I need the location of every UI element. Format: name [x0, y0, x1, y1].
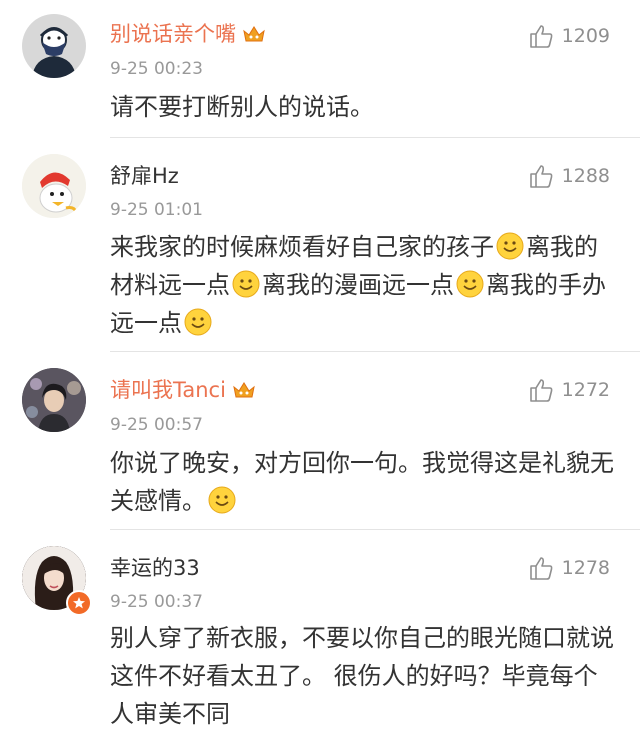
comment-text-line: 请不要打断别人的说话。 [110, 93, 374, 121]
comment-text-segment: 你说了晚安，对方回你一句。我觉得这是礼貌无关感情。 [110, 449, 614, 515]
username-text[interactable]: 别说话亲个嘴 [110, 22, 236, 46]
comment-text: 你说了晚安，对方回你一句。我觉得这是礼貌无关感情。 [110, 444, 615, 520]
comment-text: 别人穿了新衣服，不要以你自己的眼光随口就说这件不好看太丑了。 很伤人的好吗？毕竟… [110, 619, 615, 733]
comment-item: 幸运的33 1278 9-25 00:37 别人穿了新衣服，不要以你自己的眼光随… [0, 530, 640, 737]
smile-emoji-icon [232, 270, 260, 298]
like-button[interactable]: 1288 [528, 162, 610, 190]
username-text[interactable]: 请叫我Tanci [110, 378, 226, 402]
comment-text-segment: 离我的漫画远一点 [262, 271, 454, 299]
thumbs-up-icon [529, 557, 553, 580]
comment-text: 请不要打断别人的说话。 [110, 88, 615, 126]
like-count: 1288 [561, 165, 610, 187]
comment-time: 9-25 00:57 [110, 415, 203, 435]
comment-time: 9-25 00:23 [110, 59, 203, 79]
username[interactable]: 幸运的33 [110, 554, 200, 582]
smile-emoji-icon [208, 486, 236, 514]
smile-emoji-icon [184, 308, 212, 336]
masked-person-avatar-icon [22, 14, 86, 78]
like-button[interactable]: 1278 [528, 554, 610, 582]
username[interactable]: 舒扉Hz [110, 162, 179, 190]
comment-time: 9-25 00:37 [110, 592, 203, 612]
thumbs-up-icon [529, 165, 553, 188]
username[interactable]: 请叫我Tanci [110, 376, 256, 407]
avatar[interactable] [22, 154, 86, 218]
comment-item: 请叫我Tanci 1272 9-25 00:57 你说了晚安，对方回你一句。我觉… [0, 352, 640, 530]
person-photo-avatar-icon [22, 368, 86, 432]
comment-item: 别说话亲个嘴 1209 9-25 00:23 请不要打断别人的说话。 [0, 0, 640, 138]
thumbs-up-icon [529, 25, 553, 48]
smile-emoji-icon [496, 232, 524, 260]
username[interactable]: 别说话亲个嘴 [110, 20, 266, 51]
username-text[interactable]: 舒扉Hz [110, 164, 179, 188]
like-button[interactable]: 1209 [528, 22, 610, 50]
cartoon-avatar-icon [22, 154, 86, 218]
like-button[interactable]: 1272 [528, 376, 610, 404]
smile-emoji-icon [456, 270, 484, 298]
thumbs-up-icon [529, 379, 553, 402]
crown-icon [232, 379, 256, 407]
crown-icon [242, 23, 266, 51]
comment-text-line: 别人穿了新衣服，不要以你自己的眼光随口就说这件不好看太丑了。 很伤人的好吗？毕竟… [110, 624, 614, 728]
like-count: 1278 [561, 557, 610, 579]
like-count: 1272 [561, 379, 610, 401]
avatar[interactable] [22, 368, 86, 432]
username-text[interactable]: 幸运的33 [110, 556, 200, 580]
like-count: 1209 [561, 25, 610, 47]
star-badge-icon [66, 590, 92, 616]
comment-text-segment: 来我家的时候麻烦看好自己家的孩子 [110, 233, 494, 261]
comment-time: 9-25 01:01 [110, 200, 203, 220]
avatar[interactable] [22, 14, 86, 78]
comment-item: 舒扉Hz 1288 9-25 01:01 来我家的时候麻烦看好自己家的孩子 离我的… [0, 138, 640, 352]
comment-text: 来我家的时候麻烦看好自己家的孩子 离我的材料远一点 离我的漫画远一点 离我的手办远一点 [110, 228, 615, 342]
